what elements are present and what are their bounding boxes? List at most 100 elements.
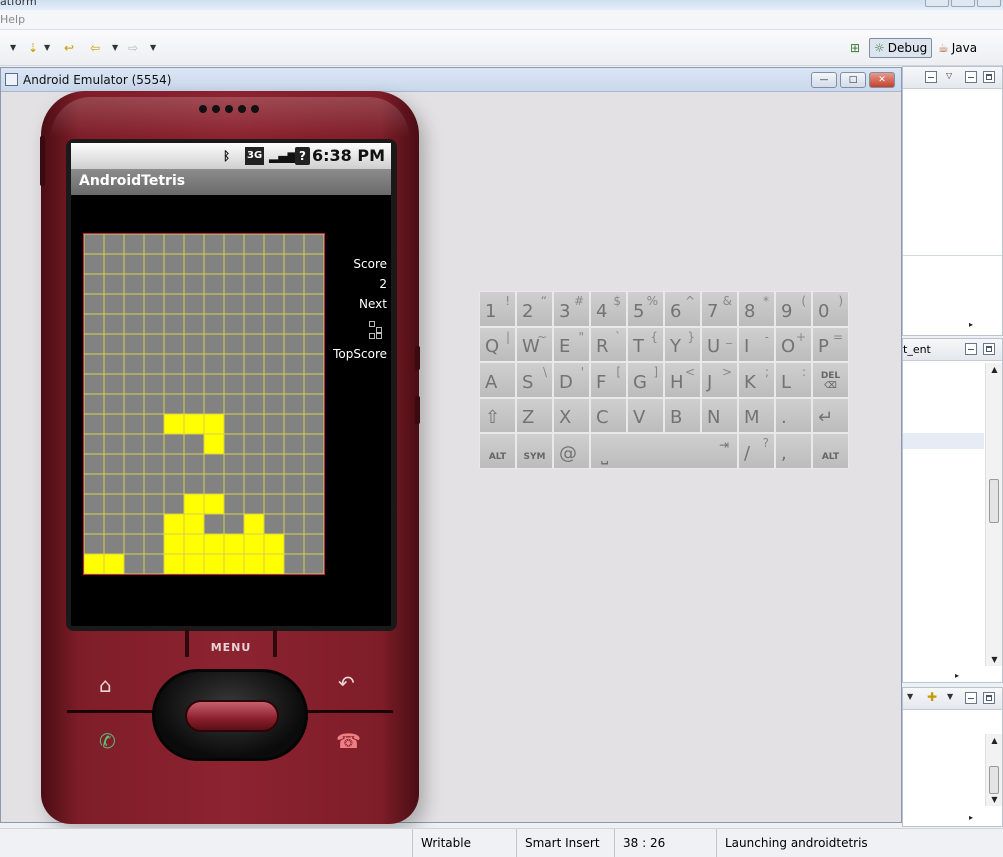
keyboard-key[interactable]: R ` bbox=[590, 326, 627, 363]
ide-restore-button[interactable] bbox=[951, 0, 975, 7]
keyboard-key[interactable]: 9( bbox=[775, 291, 812, 327]
menu-button[interactable]: MENU bbox=[185, 629, 277, 657]
perspective-debug-button[interactable]: ☼ Debug bbox=[869, 38, 933, 58]
scroll-down-arrow-icon[interactable]: ▼ bbox=[986, 655, 1003, 664]
scroll-up-arrow-icon[interactable]: ▲ bbox=[986, 365, 1003, 374]
emulator-close-button[interactable]: ✕ bbox=[869, 72, 895, 88]
volume-down-key[interactable] bbox=[415, 396, 420, 424]
view-minimize-button[interactable] bbox=[965, 692, 977, 704]
keyboard-key[interactable]: S \ bbox=[516, 362, 553, 398]
keyboard-key[interactable]: J > bbox=[701, 362, 738, 398]
open-perspective-icon[interactable]: ⊞ bbox=[850, 39, 860, 57]
scroll-down-arrow-icon[interactable]: ▼ bbox=[986, 795, 1003, 804]
keyboard-key[interactable]: E " bbox=[553, 326, 590, 363]
side-key-left[interactable] bbox=[40, 136, 45, 186]
volume-up-key[interactable] bbox=[415, 346, 420, 370]
emulator-minimize-button[interactable]: — bbox=[811, 72, 837, 88]
keyboard-key[interactable]: H < bbox=[664, 362, 701, 398]
bottom-view-scrollbar[interactable]: ▲ ▼ bbox=[985, 734, 1002, 806]
trackball[interactable] bbox=[185, 700, 279, 732]
keyboard-key[interactable]: ALT bbox=[479, 433, 516, 469]
scroll-right-arrow-icon[interactable]: ▸ bbox=[969, 813, 973, 822]
view-maximize-button[interactable] bbox=[983, 692, 995, 704]
view-menu-icon[interactable]: ▽ bbox=[946, 67, 952, 85]
keyboard-key[interactable]: G] bbox=[627, 362, 664, 398]
space-key[interactable]: ⎵ ⇥ bbox=[590, 433, 738, 469]
new-icon[interactable]: ✚ bbox=[927, 688, 937, 706]
ide-minimize-button[interactable] bbox=[925, 0, 949, 7]
keyboard-key[interactable]: B bbox=[664, 397, 701, 434]
keyboard-key[interactable]: 3 # bbox=[553, 291, 590, 327]
keyboard-key[interactable]: P = bbox=[812, 326, 849, 363]
keyboard-key[interactable]: @ bbox=[553, 433, 590, 469]
keyboard-key[interactable]: 6 ^ bbox=[664, 291, 701, 327]
ide-close-button[interactable] bbox=[977, 0, 1001, 7]
keyboard-key[interactable]: Q | bbox=[479, 326, 516, 363]
keyboard-key[interactable]: 0) bbox=[812, 291, 849, 327]
outline-tab[interactable]: t_ent bbox=[903, 343, 931, 356]
keyboard-key[interactable]: /? bbox=[738, 433, 775, 469]
keyboard-key[interactable]: N bbox=[701, 397, 738, 434]
keyboard-key[interactable]: 8 * bbox=[738, 291, 775, 327]
keyboard-key[interactable]: 1! bbox=[479, 291, 516, 327]
keyboard-key[interactable]: 7 & bbox=[701, 291, 738, 327]
toolbar-dropdown-icon[interactable]: ▼ bbox=[44, 39, 50, 57]
android-screen[interactable]: ᛒ 3G ▂▄▆ ? 6:38 PM AndroidTetris Score 2… bbox=[71, 143, 391, 626]
forward-arrow-icon[interactable]: ⇨ bbox=[128, 39, 138, 57]
keyboard-key[interactable]: . bbox=[775, 397, 812, 434]
view-maximize-button[interactable] bbox=[983, 71, 995, 83]
keyboard-key[interactable]: , bbox=[775, 433, 812, 469]
keyboard-key[interactable]: X bbox=[553, 397, 590, 434]
keyboard-key[interactable]: U _ bbox=[701, 326, 738, 363]
keyboard-key[interactable]: 2 “ bbox=[516, 291, 553, 327]
view-menu-icon[interactable]: ▼ bbox=[907, 688, 913, 706]
tetris-board[interactable] bbox=[83, 233, 325, 575]
back-dropdown-icon[interactable]: ▼ bbox=[112, 39, 118, 57]
scroll-right-arrow-icon[interactable]: ▸ bbox=[955, 671, 959, 680]
keyboard-key[interactable]: ⇧ bbox=[479, 397, 516, 434]
scroll-right-arrow-icon[interactable]: ▸ bbox=[969, 320, 973, 329]
view-minimize-button[interactable] bbox=[965, 343, 977, 355]
emulator-maximize-button[interactable]: □ bbox=[840, 72, 866, 88]
keyboard-key[interactable]: 5% bbox=[627, 291, 664, 327]
view-minimize-button[interactable] bbox=[925, 71, 937, 83]
end-call-icon[interactable]: ☎ bbox=[336, 729, 361, 753]
toolbar-dropdown-icon[interactable]: ▼ bbox=[10, 39, 16, 57]
view-minimize-button[interactable] bbox=[965, 71, 977, 83]
keyboard-key[interactable]: ↵ bbox=[812, 397, 849, 434]
keyboard-key[interactable]: DEL ⌫ bbox=[812, 362, 849, 398]
keyboard-key[interactable]: V bbox=[627, 397, 664, 434]
call-icon[interactable]: ✆ bbox=[99, 729, 116, 753]
selected-row[interactable] bbox=[903, 433, 984, 449]
scroll-up-arrow-icon[interactable]: ▲ bbox=[986, 736, 1003, 745]
keyboard-key[interactable]: F[ bbox=[590, 362, 627, 398]
scroll-thumb[interactable] bbox=[989, 479, 999, 523]
forward-dropdown-icon[interactable]: ▼ bbox=[150, 39, 156, 57]
keyboard-key[interactable]: 4 $ bbox=[590, 291, 627, 327]
keyboard-key[interactable]: O + bbox=[775, 326, 812, 363]
navigation-pad[interactable] bbox=[152, 669, 308, 761]
perspective-java-button[interactable]: ☕ Java bbox=[934, 38, 981, 58]
keyboard-key[interactable]: K; bbox=[738, 362, 775, 398]
back-arrow-icon[interactable]: ⇦ bbox=[90, 39, 100, 57]
keyboard-key[interactable]: L: bbox=[775, 362, 812, 398]
view-menu-icon[interactable]: ▼ bbox=[947, 688, 953, 706]
keyboard-key[interactable]: T{ bbox=[627, 326, 664, 363]
keyboard-key[interactable]: M bbox=[738, 397, 775, 434]
keyboard-key[interactable]: I- bbox=[738, 326, 775, 363]
next-annotation-icon[interactable]: ⇣ bbox=[28, 39, 38, 57]
keyboard-key[interactable]: D ' bbox=[553, 362, 590, 398]
keyboard-key[interactable]: C bbox=[590, 397, 627, 434]
menu-help[interactable]: Help bbox=[0, 13, 25, 26]
scroll-thumb[interactable] bbox=[989, 766, 999, 794]
last-edit-location-icon[interactable]: ↩ bbox=[64, 39, 74, 57]
keyboard-key[interactable]: Y} bbox=[664, 326, 701, 363]
keyboard-key[interactable]: Z bbox=[516, 397, 553, 434]
keyboard-key[interactable]: SYM bbox=[516, 433, 553, 469]
home-icon[interactable]: ⌂ bbox=[99, 673, 112, 697]
keyboard-key[interactable]: A bbox=[479, 362, 516, 398]
keyboard-key[interactable]: W ~ bbox=[516, 326, 553, 363]
outline-scrollbar[interactable]: ▲ ▼ bbox=[985, 363, 1002, 666]
keyboard-key[interactable]: ALT bbox=[812, 433, 849, 469]
back-icon[interactable]: ↶ bbox=[338, 671, 355, 695]
